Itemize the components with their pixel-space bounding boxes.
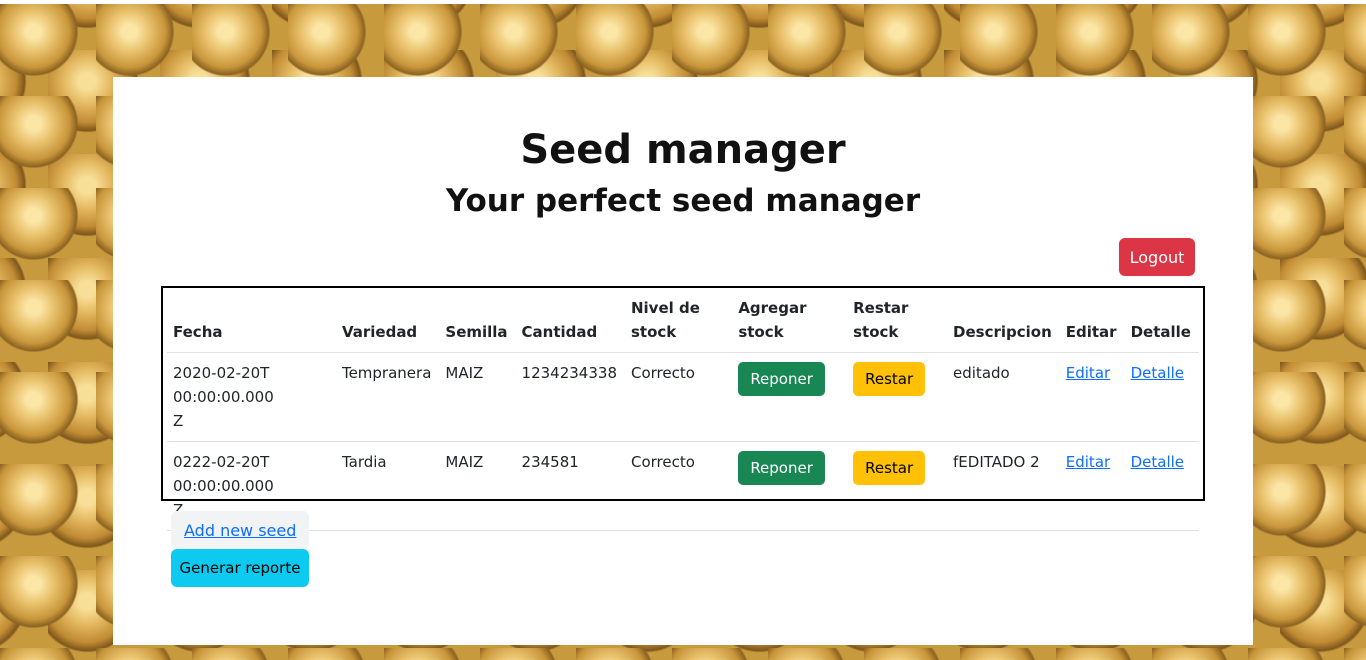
table-row: 0222-02-20T00:00:00.000Z Tardia MAIZ 234… [167, 441, 1199, 531]
col-header-descripcion: Descripcion [947, 288, 1060, 353]
restar-button[interactable]: Restar [853, 451, 926, 485]
detalle-link[interactable]: Detalle [1131, 364, 1184, 382]
cell-semilla: MAIZ [439, 441, 516, 531]
reponer-button[interactable]: Reponer [738, 362, 825, 396]
cell-cantidad: 1234234338 [515, 352, 625, 442]
table-row: 2020-02-20T00:00:00.000Z Tempranera MAIZ… [167, 352, 1199, 442]
detalle-link[interactable]: Detalle [1131, 453, 1184, 471]
cell-editar: Editar [1059, 441, 1125, 531]
cell-variedad: Tardia [335, 441, 440, 531]
col-header-semilla: Semilla [439, 288, 516, 353]
cell-variedad: Tempranera [335, 352, 440, 442]
cell-cantidad: 234581 [515, 441, 625, 531]
cell-restar: Restar [847, 352, 948, 442]
cell-nivel: Correcto [624, 352, 733, 442]
col-header-agregar-stock: Agregar stock [732, 288, 848, 353]
col-header-restar-stock: Restar stock [847, 288, 948, 353]
cell-nivel: Correcto [624, 441, 733, 531]
restar-button[interactable]: Restar [853, 362, 926, 396]
add-new-seed-container: Add new seed [171, 511, 310, 549]
reponer-button[interactable]: Reponer [738, 451, 825, 485]
generate-report-button[interactable]: Generar reporte [171, 549, 309, 587]
logout-button[interactable]: Logout [1119, 238, 1195, 276]
seeds-table: Fecha Variedad Semilla Cantidad Nivel de… [167, 288, 1199, 531]
cell-agregar: Reponer [732, 441, 848, 531]
seeds-table-container: Fecha Variedad Semilla Cantidad Nivel de… [161, 286, 1205, 531]
editar-link[interactable]: Editar [1066, 453, 1110, 471]
page-subtitle: Your perfect seed manager [445, 183, 921, 219]
cell-detalle: Detalle [1124, 441, 1199, 531]
page-title: Seed manager [520, 127, 846, 173]
table-header-row: Fecha Variedad Semilla Cantidad Nivel de… [167, 288, 1199, 353]
cell-semilla: MAIZ [439, 352, 516, 442]
main-card: Seed manager Your perfect seed manager L… [113, 77, 1253, 645]
col-header-nivel-stock: Nivel de stock [624, 288, 733, 353]
cell-fecha: 2020-02-20T00:00:00.000Z [167, 352, 336, 442]
cell-detalle: Detalle [1124, 352, 1199, 442]
col-header-detalle: Detalle [1124, 288, 1199, 353]
cell-descripcion: editado [947, 352, 1060, 442]
col-header-editar: Editar [1059, 288, 1125, 353]
col-header-fecha: Fecha [167, 288, 336, 353]
editar-link[interactable]: Editar [1066, 364, 1110, 382]
cell-editar: Editar [1059, 352, 1125, 442]
col-header-variedad: Variedad [335, 288, 440, 353]
add-new-seed-link[interactable]: Add new seed [184, 521, 296, 540]
cell-restar: Restar [847, 441, 948, 531]
col-header-cantidad: Cantidad [515, 288, 625, 353]
cell-descripcion: fEDITADO 2 [947, 441, 1060, 531]
cell-agregar: Reponer [732, 352, 848, 442]
